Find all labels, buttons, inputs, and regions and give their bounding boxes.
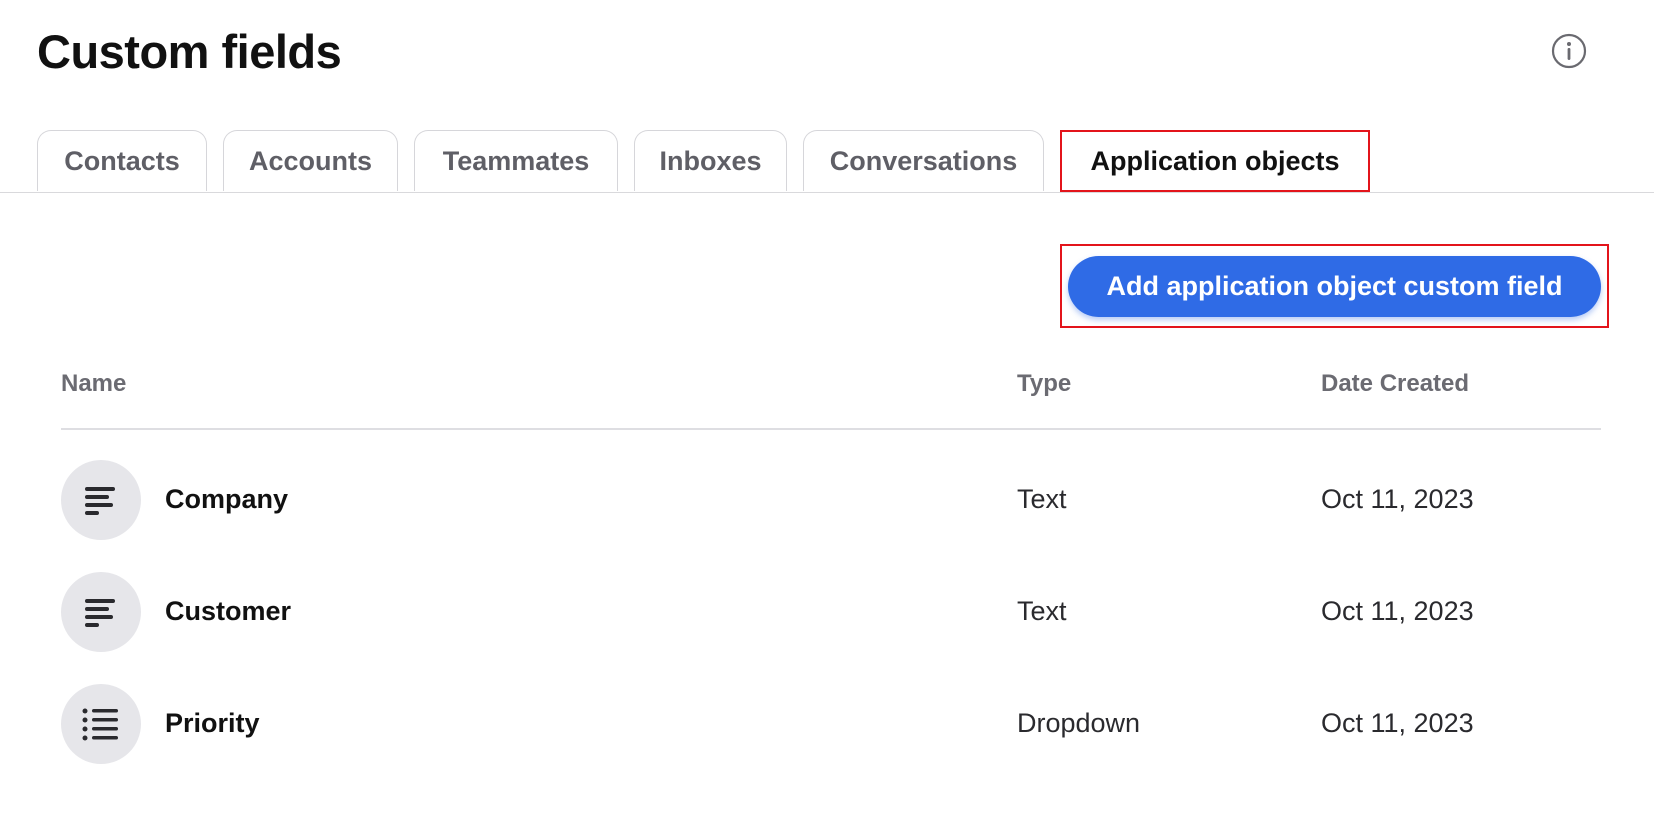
field-name: Priority (165, 708, 260, 738)
column-header-type[interactable]: Type (1017, 370, 1071, 398)
table-header: Name Type Date Created (61, 370, 1601, 430)
field-type: Text (1017, 484, 1067, 514)
table-row[interactable]: Customer Text Oct 11, 2023 (61, 572, 1601, 652)
tab-application-objects[interactable]: Application objects (1060, 130, 1370, 192)
field-date-created: Oct 11, 2023 (1321, 708, 1474, 738)
field-date-created: Oct 11, 2023 (1321, 484, 1474, 514)
field-name: Company (165, 484, 289, 514)
column-header-name[interactable]: Name (61, 370, 126, 398)
tab-inboxes[interactable]: Inboxes (634, 130, 787, 191)
info-circle-icon (1551, 33, 1587, 69)
tab-contacts[interactable]: Contacts (37, 130, 207, 191)
field-name: Customer (165, 596, 292, 626)
bullet-list-icon (61, 684, 141, 764)
field-type: Text (1017, 596, 1067, 626)
table-row[interactable]: Company Text Oct 11, 2023 (61, 460, 1601, 540)
column-header-date-created[interactable]: Date Created (1321, 370, 1469, 398)
field-date-created: Oct 11, 2023 (1321, 596, 1474, 626)
text-lines-icon (61, 460, 141, 540)
text-lines-icon (61, 572, 141, 652)
tab-conversations[interactable]: Conversations (803, 130, 1044, 191)
page-title: Custom fields (37, 25, 342, 78)
info-button[interactable] (1551, 33, 1587, 69)
table-row[interactable]: Priority Dropdown Oct 11, 2023 (61, 684, 1601, 764)
field-type: Dropdown (1017, 708, 1141, 738)
tab-bar: Contacts Accounts Teammates Inboxes Conv… (0, 130, 1654, 193)
add-custom-field-button[interactable]: Add application object custom field (1068, 256, 1601, 317)
tab-accounts[interactable]: Accounts (223, 130, 398, 191)
tab-teammates[interactable]: Teammates (414, 130, 618, 191)
